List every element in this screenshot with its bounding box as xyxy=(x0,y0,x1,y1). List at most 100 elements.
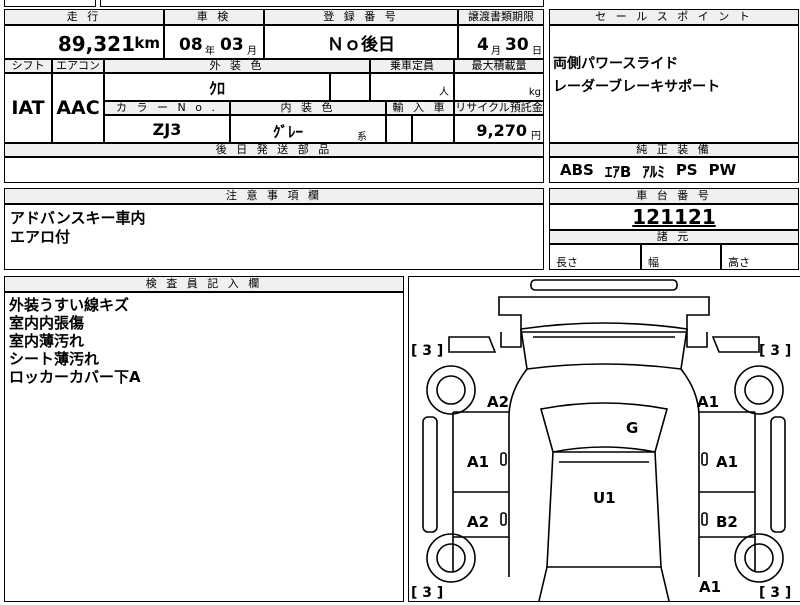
chassis-no-value: 121121 xyxy=(632,205,716,229)
capacity-header: 乗車定員 xyxy=(370,59,454,73)
notes-line-1: アドバンスキー車内 xyxy=(10,209,146,227)
inspection-month-unit: 月 xyxy=(247,46,257,57)
inspector-line-1: 外装うすい線キズ xyxy=(9,296,130,314)
color-no-value: ZJ3 xyxy=(152,119,182,139)
color-no-header: カ ラ ー N o . xyxy=(104,101,230,115)
capacity-unit: 人 xyxy=(439,87,449,98)
inspection-year: 08 xyxy=(179,35,203,55)
mark-front-right-fender: A1 xyxy=(697,393,719,411)
mark-windshield: G xyxy=(626,419,638,437)
dimensions-header: 諸 元 xyxy=(549,230,799,244)
inspection-month: 03 xyxy=(220,35,244,55)
mark-rear-left-door: A2 xyxy=(467,513,489,531)
transfer-month-unit: 月 xyxy=(491,46,501,57)
genuine-equipment-header: 純 正 装 備 xyxy=(549,143,799,157)
notes-header: 注 意 事 項 欄 xyxy=(4,188,544,204)
capacity-cell: 人 xyxy=(370,73,454,101)
equipment-pw: PW xyxy=(708,161,737,179)
sales-point-line-2: レーダーブレーキサポート xyxy=(553,79,721,95)
shift-cell: IAT xyxy=(4,73,52,143)
mark-rear-right-door: B2 xyxy=(716,513,738,531)
equipment-abs: ABS xyxy=(560,161,594,179)
registration-header: 登 録 番 号 xyxy=(264,9,458,25)
exterior-color-cell: ｸﾛ xyxy=(104,73,330,101)
dimension-length-label: 長さ xyxy=(556,256,578,269)
max-load-header: 最大積載量 xyxy=(454,59,544,73)
later-parts-cell xyxy=(4,157,544,183)
notes-line-2: エアロ付 xyxy=(10,228,71,246)
tire-rating-front-right: [ 3 ] xyxy=(759,343,791,359)
chassis-no-cell: 121121 xyxy=(549,204,799,230)
mark-roof: U1 xyxy=(593,489,616,507)
mileage-value: 89,321 xyxy=(57,32,135,56)
sales-point-box: 両側パワースライド レーダーブレーキサポート xyxy=(549,25,799,143)
exterior-color-header: 外 装 色 xyxy=(104,59,370,73)
inspector-notes-header: 検 査 員 記 入 欄 xyxy=(4,276,404,292)
interior-color-header: 内 装 色 xyxy=(230,101,386,115)
registration-value: Ｎｏ後日 xyxy=(327,34,395,55)
recycle-fee-value: 9,270 xyxy=(476,121,527,140)
import-header: 輸 入 車 xyxy=(386,101,454,115)
top-strip-mid xyxy=(100,0,544,7)
import-cell-1 xyxy=(386,115,412,143)
inspector-line-2: 室内内張傷 xyxy=(9,314,85,332)
max-load-unit: kg xyxy=(528,87,541,98)
chassis-no-header: 車 台 番 号 xyxy=(549,188,799,204)
shift-header: シフト xyxy=(4,59,52,73)
aircon-header: エアコン xyxy=(52,59,104,73)
exterior-color-value: ｸﾛ xyxy=(208,79,225,98)
aircon-value: AAC xyxy=(56,97,100,119)
mark-front-right-door: A1 xyxy=(716,453,738,471)
transfer-day-unit: 日 xyxy=(532,46,542,57)
max-load-cell: kg xyxy=(454,73,544,101)
dimension-width-label: 幅 xyxy=(648,256,659,269)
dimension-length-cell: 長さ xyxy=(549,244,641,270)
inspection-header: 車 検 xyxy=(164,9,264,25)
shift-value: IAT xyxy=(11,97,45,119)
recycle-fee-cell: 9,270 円 xyxy=(454,115,544,143)
transfer-month: 4 xyxy=(477,35,489,55)
car-outline: [ 3 ] [ 3 ] [ 3 ] [ 3 ] A2 A1 G A1 A1 U1… xyxy=(411,279,791,602)
mileage-unit: km xyxy=(134,34,160,52)
aircon-cell: AAC xyxy=(52,73,104,143)
inspector-line-4: シート薄汚れ xyxy=(9,350,100,368)
interior-color-cell: ｸﾞﾚｰ 系 xyxy=(230,115,386,143)
car-damage-diagram: [ 3 ] [ 3 ] [ 3 ] [ 3 ] A2 A1 G A1 A1 U1… xyxy=(408,276,800,602)
transfer-deadline-header: 譲渡書類期限 xyxy=(458,9,544,25)
inspector-line-5: ロッカーカバー下A xyxy=(9,368,141,386)
tire-rating-rear-left: [ 3 ] xyxy=(411,585,443,601)
import-cell-2 xyxy=(412,115,454,143)
dimension-height-label: 高さ xyxy=(728,256,750,269)
equipment-airbag: ｴｱB xyxy=(604,163,632,181)
transfer-deadline-cell: 4 月 30 日 xyxy=(458,25,544,59)
mark-front-left-fender: A2 xyxy=(487,393,509,411)
inspection-year-unit: 年 xyxy=(205,46,215,57)
sales-point-line-1: 両側パワースライド xyxy=(553,56,679,72)
dimension-height-cell: 高さ xyxy=(721,244,799,270)
mark-front-left-door: A1 xyxy=(467,453,489,471)
recycle-fee-header: リサイクル預託金 xyxy=(454,101,544,115)
dimension-width-cell: 幅 xyxy=(641,244,721,270)
genuine-equipment-cell: ABS ｴｱB ｱﾙﾐ PS PW xyxy=(549,157,799,183)
mark-rear-right-quarter: A1 xyxy=(699,578,721,596)
later-parts-header: 後 日 発 送 部 品 xyxy=(4,143,544,157)
top-strip-left xyxy=(4,0,96,7)
notes-box: アドバンスキー車内 エアロ付 xyxy=(4,204,544,270)
equipment-alloy: ｱﾙﾐ xyxy=(642,163,665,181)
equipment-ps: PS xyxy=(675,161,698,179)
inspector-notes-box: 外装うすい線キズ 室内内張傷 室内薄汚れ シート薄汚れ ロッカーカバー下A xyxy=(4,292,404,602)
color-no-cell: ZJ3 xyxy=(104,115,230,143)
mileage-cell: 89,321 km xyxy=(4,25,164,59)
exterior-color-extra xyxy=(330,73,370,101)
interior-color-value: ｸﾞﾚｰ xyxy=(273,123,304,141)
transfer-day: 30 xyxy=(505,35,529,55)
inspector-line-3: 室内薄汚れ xyxy=(9,332,85,350)
tire-rating-front-left: [ 3 ] xyxy=(411,343,443,359)
sales-point-header: セ ー ル ス ポ イ ン ト xyxy=(549,9,799,25)
registration-cell: Ｎｏ後日 xyxy=(264,25,458,59)
inspection-cell: 08 年 03 月 xyxy=(164,25,264,59)
tire-rating-rear-right: [ 3 ] xyxy=(759,585,791,601)
recycle-fee-unit: 円 xyxy=(531,131,541,142)
interior-color-suffix: 系 xyxy=(357,132,367,143)
equipment-list: ABS ｴｱB ｱﾙﾐ PS PW xyxy=(560,161,736,182)
